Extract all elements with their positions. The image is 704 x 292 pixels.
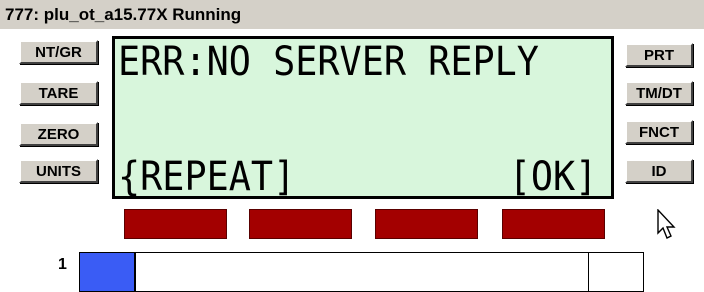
lcd-display: ERR:NO SERVER REPLY {REPEAT] [OK] [112,36,614,199]
time-date-button[interactable]: TM/DT [625,81,693,105]
id-button[interactable]: ID [625,159,693,183]
tare-button[interactable]: TARE [19,81,98,105]
indicator-led [249,209,352,239]
indicator-led [502,209,605,239]
window-title: 777: plu_ot_a15.77X Running [5,5,242,24]
softkey-ok-label[interactable]: [OK] [508,157,597,196]
channel-number: 1 [58,256,67,273]
net-gross-button[interactable]: NT/GR [19,40,98,64]
units-button[interactable]: UNITS [19,159,98,183]
channel-progress-bar [79,252,644,292]
print-button[interactable]: PRT [625,43,693,67]
function-button[interactable]: FNCT [625,120,693,144]
bar-divider [588,253,589,291]
zero-button[interactable]: ZERO [19,122,98,146]
indicator-led [375,209,478,239]
softkey-repeat-label[interactable]: {REPEAT] [118,157,295,196]
channel-progress-fill [80,253,137,291]
display-message: ERR:NO SERVER REPLY [118,39,539,85]
mouse-pointer-icon [657,208,679,246]
title-bar: 777: plu_ot_a15.77X Running [0,0,704,29]
indicator-led [124,209,227,239]
